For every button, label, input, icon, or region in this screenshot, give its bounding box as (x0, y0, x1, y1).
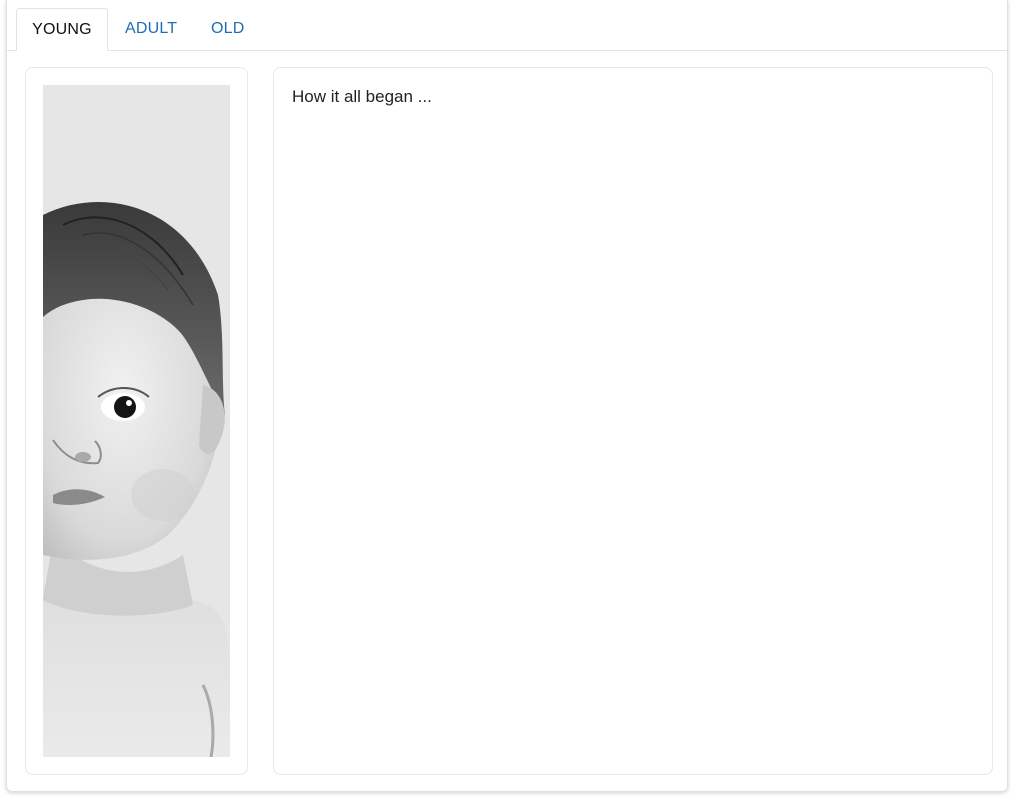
baby-sketch-illustration (43, 85, 230, 757)
tab-old[interactable]: OLD (211, 8, 245, 50)
baby-portrait-image (43, 85, 230, 757)
tab-adult[interactable]: ADULT (125, 8, 177, 50)
tabs-widget: YOUNG ADULT OLD How it all began ... (6, 0, 1008, 792)
text-card: How it all began ... (273, 67, 993, 775)
story-text: How it all began ... (292, 87, 432, 106)
image-card (25, 67, 248, 775)
tab-young[interactable]: YOUNG (16, 8, 108, 51)
tab-bar: YOUNG ADULT OLD (7, 8, 1007, 51)
